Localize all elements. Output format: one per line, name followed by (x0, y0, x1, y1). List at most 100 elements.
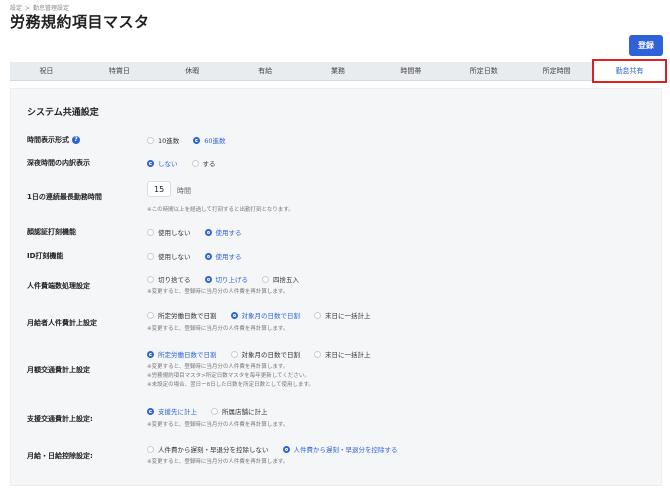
rounding-options: 切り捨てる 切り上げる 四捨五入 (147, 274, 313, 284)
option-label: しない (158, 160, 178, 168)
radio-deduction[interactable]: 人件費から遅刻・早退分を控除する (282, 444, 398, 454)
support-transport-label: 支援交通費計上設定: (27, 415, 93, 423)
id-punch-options: 使用しない 使用する (147, 251, 256, 261)
help-icon[interactable]: ? (72, 136, 80, 144)
transport-monthly-note-3: ※未設定の場合、翌日ー8日した日数を所定日数として使用します。 (147, 382, 314, 388)
time-format-label-text: 時間表示形式 (27, 136, 69, 144)
option-label: 切り捨てる (158, 276, 191, 284)
option-label: 使用する (215, 253, 242, 261)
option-label: 60進数 (204, 137, 226, 145)
settings-panel: システム共通設定 時間表示形式? 10進数 60進数 深夜時間の内訳表示 しない… (10, 88, 662, 486)
option-label: する (202, 160, 216, 168)
radio-icon (314, 311, 321, 319)
radio-midnight-yes[interactable]: する (191, 158, 216, 168)
radio-face-auth-on[interactable]: 使用する (204, 227, 242, 237)
radio-no-deduction[interactable]: 人件費から遅刻・早退分を控除しない (147, 444, 269, 454)
option-label: 使用する (215, 229, 242, 237)
radio-id-punch-on[interactable]: 使用する (204, 251, 242, 261)
radio-decimal-10[interactable]: 10進数 (147, 135, 179, 145)
option-label: 所定労働日数で日割 (158, 351, 217, 359)
midnight-label: 深夜時間の内訳表示 (27, 159, 90, 167)
tab-attendance-common[interactable]: 勤怠共有 (592, 59, 668, 83)
radio-icon (147, 228, 154, 236)
option-label: 人件費から遅刻・早退分を控除しない (158, 446, 269, 454)
radio-round-up[interactable]: 切り上げる (204, 274, 249, 284)
register-button[interactable]: 登録 (629, 35, 663, 56)
option-label: 末日に一括計上 (325, 312, 371, 320)
radio-salary-month-end[interactable]: 末日に一括計上 (314, 310, 371, 320)
radio-decimal-60[interactable]: 60進数 (193, 135, 226, 145)
transport-monthly-note-2: ※労務規約項目マスタ>所定日数マスタを毎年更新してください。 (147, 373, 310, 379)
option-label: 10進数 (158, 137, 180, 145)
option-label: 切り上げる (215, 276, 249, 284)
rounding-label: 人件費端数処理設定 (27, 282, 90, 290)
radio-support-home-store[interactable]: 所属店舗に計上 (211, 406, 268, 416)
midnight-options: しない する (147, 158, 230, 168)
radio-round-down[interactable]: 切り捨てる (147, 274, 191, 284)
radio-icon (282, 445, 290, 453)
radio-icon (147, 407, 154, 415)
tab-leave[interactable]: 休暇 (156, 62, 229, 80)
radio-id-punch-off[interactable]: 使用しない (147, 251, 191, 261)
option-label: 四捨五入 (273, 276, 299, 284)
monthly-salary-note: ※変更すると、登録時に当月分の人件費を再計算します。 (147, 326, 289, 332)
radio-salary-month-days[interactable]: 対象月の日数で日割 (230, 310, 301, 320)
option-label: 対象月の日数で日割 (241, 351, 301, 359)
radio-icon (230, 311, 238, 319)
radio-icon (230, 350, 238, 358)
tab-bar: 祝日 特賞日 休暇 有給 業務 時間帯 所定日数 所定時間 勤怠共有 (10, 59, 668, 83)
radio-icon (204, 275, 212, 283)
option-label: 人件費から遅刻・早退分を控除する (293, 446, 398, 454)
tab-time-slot[interactable]: 時間帯 (374, 62, 447, 80)
tab-special-day[interactable]: 特賞日 (83, 62, 156, 80)
tab-prescribed-hours[interactable]: 所定時間 (520, 62, 593, 80)
time-format-label: 時間表示形式? (27, 135, 80, 145)
radio-icon (193, 136, 201, 144)
radio-face-auth-off[interactable]: 使用しない (147, 227, 191, 237)
radio-transport-month-end[interactable]: 末日に一括計上 (314, 349, 371, 359)
time-format-options: 10進数 60進数 (147, 135, 240, 145)
id-punch-label: ID打刻機能 (27, 252, 64, 260)
option-label: 所定労働日数で日割 (158, 312, 217, 320)
radio-icon (147, 275, 154, 283)
radio-icon (262, 275, 269, 283)
rounding-note: ※変更すると、登録時に当月分の人件費を再計算します。 (147, 289, 289, 295)
face-auth-label: 顔認証打刻機能 (27, 228, 76, 236)
option-label: 末日に一括計上 (325, 351, 371, 359)
radio-icon (191, 159, 199, 167)
transport-monthly-options: 所定労働日数で日割 対象月の日数で日割 末日に一括計上 (147, 349, 385, 359)
radio-midnight-no[interactable]: しない (147, 158, 178, 168)
radio-round-half[interactable]: 四捨五入 (262, 274, 299, 284)
tab-work[interactable]: 業務 (302, 62, 375, 80)
support-transport-options: 支援先に計上 所属店舗に計上 (147, 406, 282, 416)
max-hours-input[interactable]: 15 (147, 181, 171, 197)
deduction-label: 月給・日給控除設定: (27, 452, 93, 460)
radio-transport-month-days[interactable]: 対象月の日数で日割 (230, 349, 301, 359)
radio-icon (147, 252, 154, 260)
radio-icon (314, 350, 321, 358)
radio-transport-prescribed[interactable]: 所定労働日数で日割 (147, 349, 217, 359)
option-label: 支援先に計上 (158, 408, 197, 416)
radio-icon (147, 445, 154, 453)
radio-support-destination[interactable]: 支援先に計上 (147, 406, 197, 416)
max-hours-unit: 時間 (177, 187, 191, 195)
transport-monthly-note-1: ※変更すると、登録時に当月分の人件費を再計算します。 (147, 364, 289, 370)
face-auth-options: 使用しない 使用する (147, 227, 256, 237)
monthly-salary-options: 所定労働日数で日割 対象月の日数で日割 末日に一括計上 (147, 310, 385, 320)
radio-icon (147, 159, 154, 167)
radio-icon (147, 311, 154, 319)
option-label: 対象月の日数で日割 (241, 312, 301, 320)
option-label: 使用しない (158, 253, 191, 261)
radio-icon (211, 407, 218, 415)
radio-salary-prescribed[interactable]: 所定労働日数で日割 (147, 310, 217, 320)
section-title: システム共通設定 (27, 108, 99, 118)
page-title: 労務規約項目マスタ (10, 13, 150, 31)
radio-icon (204, 252, 212, 260)
tab-paid-leave[interactable]: 有給 (229, 62, 302, 80)
radio-icon (147, 136, 154, 144)
support-transport-note: ※変更すると、登録時に当月分の人件費を再計算します。 (147, 422, 289, 428)
tab-prescribed-days[interactable]: 所定日数 (447, 62, 520, 80)
tab-holiday[interactable]: 祝日 (10, 62, 83, 80)
transport-monthly-label: 月額交通費計上設定 (27, 366, 90, 374)
option-label: 使用しない (158, 229, 191, 237)
